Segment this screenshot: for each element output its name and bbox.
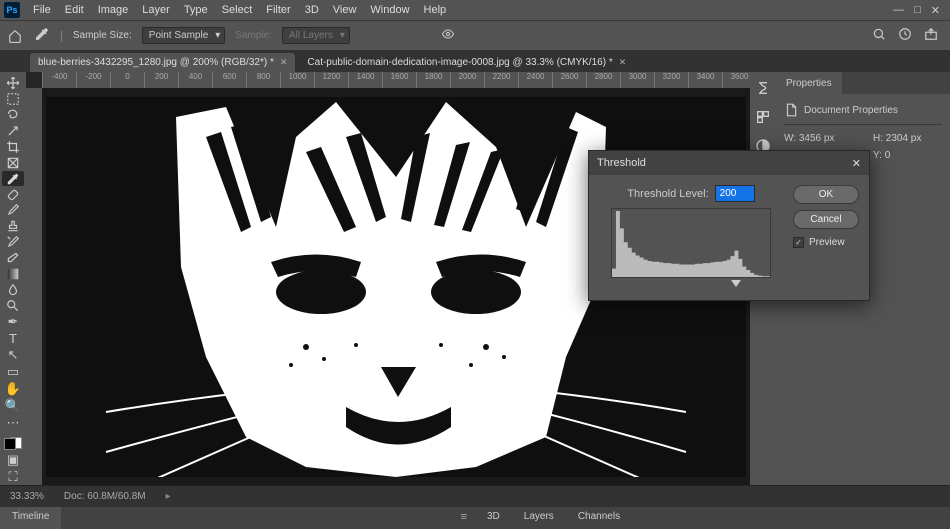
threshold-dialog: Threshold ✕ Threshold Level: 200 OK Canc…	[588, 150, 870, 301]
ruler-horizontal[interactable]: -400-20002004006008001000120014001600180…	[42, 72, 750, 88]
threshold-level-label: Threshold Level:	[627, 188, 708, 200]
sample-size-select[interactable]: Point Sample	[142, 27, 225, 44]
eraser-tool[interactable]	[2, 251, 24, 266]
eye-icon[interactable]	[440, 28, 456, 43]
dialog-close-icon[interactable]: ✕	[852, 157, 861, 170]
history-icon[interactable]	[898, 27, 912, 44]
ok-button[interactable]: OK	[793, 185, 859, 204]
height-label: H:	[873, 133, 883, 144]
preview-checkbox[interactable]: ✓	[793, 237, 804, 248]
marquee-tool[interactable]	[2, 92, 24, 107]
frame-tool[interactable]	[2, 155, 24, 170]
lasso-tool[interactable]	[2, 108, 24, 123]
type-tool[interactable]: T	[2, 331, 24, 346]
ruler-vertical[interactable]	[26, 88, 42, 485]
dialog-title: Threshold	[597, 157, 646, 169]
threshold-slider[interactable]	[611, 280, 771, 290]
window-controls: — □ ✕	[893, 4, 946, 17]
dialog-titlebar[interactable]: Threshold ✕	[589, 151, 869, 175]
color-swatches[interactable]	[2, 436, 24, 451]
sample-select[interactable]: All Layers	[282, 27, 350, 44]
document-tab[interactable]: blue-berries-3432295_1280.jpg @ 200% (RG…	[30, 53, 295, 72]
brush-tool[interactable]	[2, 203, 24, 218]
path-tool[interactable]: ↖	[2, 347, 24, 363]
sample-size-label: Sample Size:	[73, 30, 132, 41]
panel-menu-icon[interactable]: ≡	[453, 507, 475, 529]
width-label: W:	[784, 133, 796, 144]
y-label: Y:	[873, 150, 882, 161]
pen-tool[interactable]: ✒	[2, 314, 24, 330]
history-panel-icon[interactable]	[755, 80, 771, 99]
blur-tool[interactable]	[2, 282, 24, 297]
more-tools[interactable]: ⋯	[2, 415, 24, 431]
properties-header: Document Properties	[804, 105, 898, 116]
menu-window[interactable]: Window	[363, 4, 416, 16]
properties-tab[interactable]: Properties	[776, 72, 842, 94]
width-value: 3456 px	[799, 133, 835, 144]
history-brush-tool[interactable]	[2, 235, 24, 250]
home-icon[interactable]	[6, 27, 24, 45]
timeline-tab[interactable]: Timeline	[0, 507, 61, 529]
tab-close-icon[interactable]: ✕	[280, 57, 288, 68]
menu-help[interactable]: Help	[417, 4, 454, 16]
threshold-level-input[interactable]: 200	[715, 185, 755, 202]
gradient-tool[interactable]	[2, 267, 24, 282]
color-panel-icon[interactable]	[755, 109, 771, 128]
menu-image[interactable]: Image	[91, 4, 136, 16]
move-tool[interactable]	[2, 76, 24, 91]
search-icon[interactable]	[872, 27, 886, 44]
stamp-tool[interactable]	[2, 219, 24, 234]
hand-tool[interactable]: ✋	[2, 381, 24, 397]
shape-tool[interactable]: ▭	[2, 364, 24, 380]
share-icon[interactable]	[924, 27, 938, 44]
histogram	[611, 208, 771, 278]
tab-title: Cat-public-domain-dedication-image-0008.…	[307, 57, 612, 68]
crop-tool[interactable]	[2, 140, 24, 155]
menu-file[interactable]: File	[26, 4, 58, 16]
wand-tool[interactable]	[2, 124, 24, 139]
tab-close-icon[interactable]: ✕	[619, 57, 627, 68]
close-icon[interactable]: ✕	[931, 4, 940, 17]
tab-title: blue-berries-3432295_1280.jpg @ 200% (RG…	[38, 57, 274, 68]
bottom-panel-bar: Timeline ≡ 3D Layers Channels	[0, 507, 950, 529]
menu-view[interactable]: View	[326, 4, 364, 16]
minimize-icon[interactable]: —	[893, 4, 904, 17]
threshold-slider-thumb[interactable]	[731, 280, 741, 287]
menu-3d[interactable]: 3D	[298, 4, 326, 16]
height-value: 2304 px	[886, 133, 922, 144]
options-bar: | Sample Size: Point Sample Sample: All …	[0, 20, 950, 50]
document-tab-bar: blue-berries-3432295_1280.jpg @ 200% (RG…	[0, 50, 950, 72]
app-logo: Ps	[4, 2, 20, 18]
sample-label: Sample:	[235, 30, 272, 41]
quick-mask[interactable]: ▣	[2, 452, 24, 468]
tool-palette: ✒ T ↖ ▭ ✋ 🔍 ⋯ ▣ ⛶	[0, 72, 26, 485]
eyedropper-tool-icon[interactable]	[34, 26, 50, 45]
menu-filter[interactable]: Filter	[259, 4, 297, 16]
status-bar: 33.33% Doc: 60.8M/60.8M ▸	[0, 485, 950, 507]
layers-tab[interactable]: Layers	[512, 507, 566, 529]
preview-label: Preview	[809, 237, 845, 248]
document-icon	[784, 102, 798, 118]
y-value: 0	[885, 150, 891, 161]
menu-edit[interactable]: Edit	[58, 4, 91, 16]
restore-icon[interactable]: □	[914, 4, 921, 17]
menu-type[interactable]: Type	[177, 4, 215, 16]
heal-tool[interactable]	[2, 187, 24, 202]
channels-tab[interactable]: Channels	[566, 507, 632, 529]
document-tab[interactable]: Cat-public-domain-dedication-image-0008.…	[299, 53, 634, 72]
menu-layer[interactable]: Layer	[135, 4, 177, 16]
dodge-tool[interactable]	[2, 298, 24, 313]
foreground-color[interactable]	[4, 438, 16, 450]
eyedropper-tool[interactable]	[2, 171, 24, 186]
menu-select[interactable]: Select	[215, 4, 260, 16]
menubar: Ps FileEditImageLayerTypeSelectFilter3DV…	[0, 0, 950, 20]
screen-mode[interactable]: ⛶	[2, 469, 24, 485]
3d-tab[interactable]: 3D	[475, 507, 512, 529]
zoom-level[interactable]: 33.33%	[10, 491, 44, 502]
zoom-tool[interactable]: 🔍	[2, 398, 24, 414]
doc-size: Doc: 60.8M/60.8M	[64, 491, 146, 502]
cancel-button[interactable]: Cancel	[793, 210, 859, 229]
